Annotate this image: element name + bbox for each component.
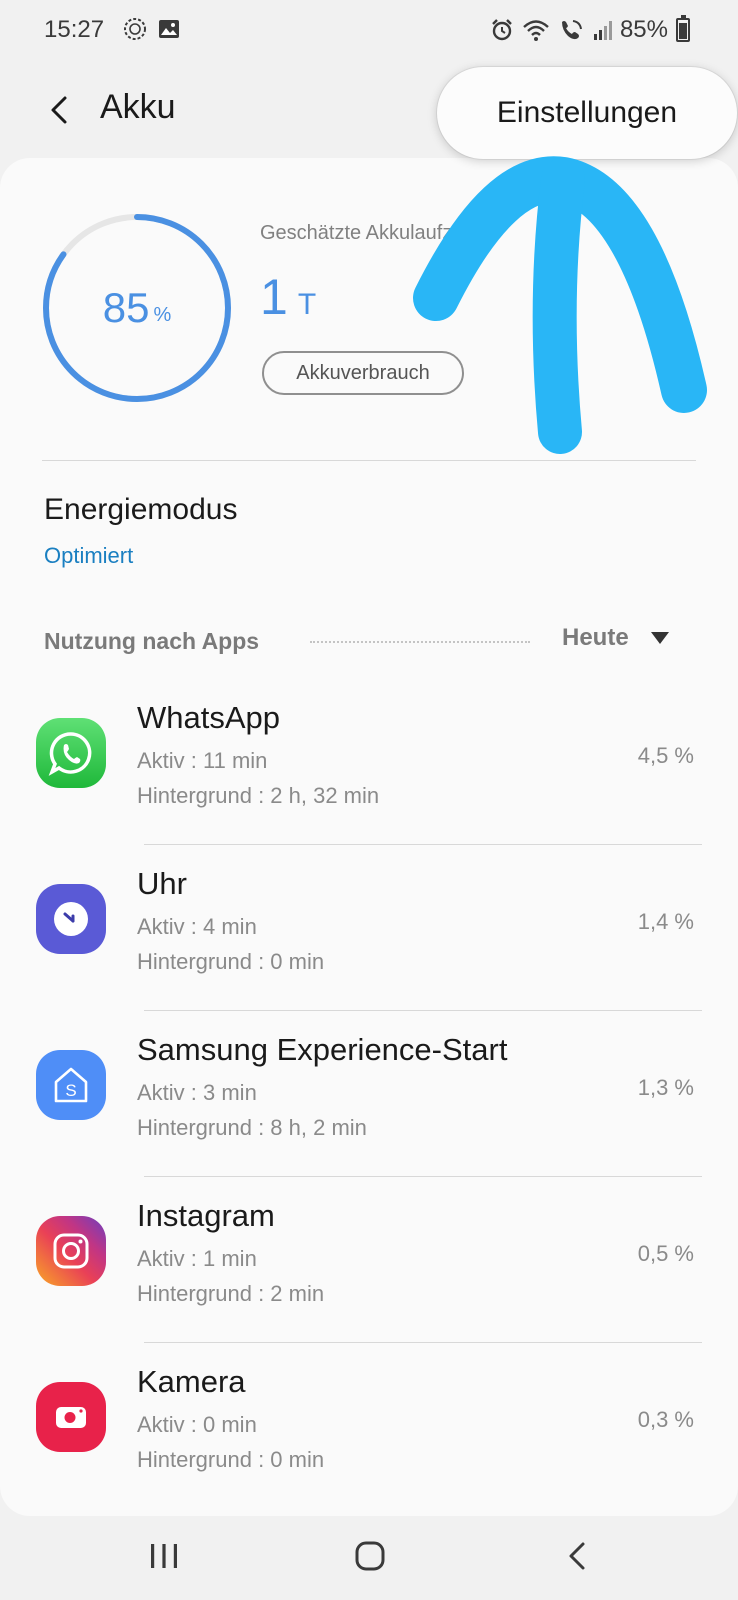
wifi-calling-icon — [561, 20, 582, 40]
app-percent: 1,4 % — [637, 909, 694, 934]
app-name: Samsung Experience-Start — [137, 1032, 508, 1067]
app-row-instagram[interactable]: Instagram Aktiv : 1 min Hintergrund : 2 … — [0, 1176, 738, 1342]
sync-icon — [124, 18, 146, 40]
app-row-uhr[interactable]: Uhr Aktiv : 4 min Hintergrund : 0 min 1,… — [0, 844, 738, 1010]
app-name: Uhr — [137, 866, 187, 901]
estimate-number: 1 — [260, 269, 288, 325]
wifi-icon — [523, 20, 549, 41]
clock-icon — [36, 884, 106, 954]
whatsapp-icon — [36, 718, 106, 788]
alarm-icon — [492, 19, 512, 41]
status-bar: 15:27 85% — [0, 0, 738, 58]
app-active-time: Aktiv : 11 min — [137, 748, 268, 773]
status-time: 15:27 — [44, 16, 105, 43]
estimate-unit: T — [297, 288, 317, 321]
navigation-bar — [0, 1516, 738, 1600]
back-icon[interactable] — [560, 1538, 596, 1574]
app-background-time: Hintergrund : 2 h, 32 min — [137, 783, 380, 808]
app-name: Instagram — [137, 1198, 275, 1233]
battery-level-text: 85 % — [40, 211, 234, 405]
status-icons: 85% — [490, 15, 690, 44]
period-label: Heute — [562, 624, 629, 651]
app-background-time: Hintergrund : 0 min — [137, 1447, 325, 1472]
settings-menu-item[interactable]: Einstellungen — [437, 67, 737, 159]
app-percent: 1,3 % — [637, 1075, 694, 1100]
app-name: WhatsApp — [137, 700, 281, 735]
signal-icon — [593, 21, 612, 40]
battery-level-number: 85 — [102, 284, 150, 331]
samsung-home-icon: S — [36, 1050, 106, 1120]
page-title: Akku — [100, 88, 176, 126]
instagram-icon — [36, 1216, 106, 1286]
app-name: Kamera — [137, 1364, 246, 1399]
dotted-separator — [310, 641, 530, 643]
app-active-time: Aktiv : 1 min — [137, 1246, 257, 1271]
caret-down-icon — [650, 632, 669, 644]
power-mode-value[interactable]: Optimiert — [44, 543, 133, 569]
app-percent: 0,3 % — [637, 1407, 694, 1432]
estimate-label: Geschätzte Akkulaufzeit — [260, 222, 474, 244]
battery-card: 85 % Geschätzte Akkulaufzeit 1 T Akkuver… — [0, 158, 738, 1516]
battery-icon — [676, 15, 690, 42]
app-percent: 4,5 % — [637, 743, 694, 768]
app-background-time: Hintergrund : 2 min — [137, 1281, 325, 1306]
app-active-time: Aktiv : 3 min — [137, 1080, 257, 1105]
app-active-time: Aktiv : 0 min — [137, 1412, 257, 1437]
recent-apps-icon[interactable] — [146, 1538, 182, 1574]
svg-text:S: S — [65, 1081, 76, 1100]
battery-level-unit: % — [153, 303, 172, 326]
back-arrow-icon[interactable] — [40, 90, 80, 130]
app-row-kamera[interactable]: Kamera Aktiv : 0 min Hintergrund : 0 min… — [0, 1342, 738, 1508]
app-background-time: Hintergrund : 0 min — [137, 949, 325, 974]
camera-icon — [36, 1382, 106, 1452]
app-percent: 0,5 % — [637, 1241, 694, 1266]
battery-percent: 85% — [619, 16, 668, 43]
battery-usage-button[interactable]: Akkuverbrauch — [262, 351, 464, 395]
home-icon[interactable] — [352, 1538, 388, 1574]
estimate-value: 1 T — [260, 268, 316, 326]
app-row-samsung-experience-start[interactable]: S Samsung Experience-Start Aktiv : 3 min… — [0, 1010, 738, 1176]
usage-section-label: Nutzung nach Apps — [44, 628, 260, 654]
app-row-whatsapp[interactable]: WhatsApp Aktiv : 11 min Hintergrund : 2 … — [0, 678, 738, 844]
period-dropdown[interactable]: Heute — [562, 624, 669, 652]
image-icon — [159, 20, 179, 38]
divider — [42, 460, 696, 461]
app-background-time: Hintergrund : 8 h, 2 min — [137, 1115, 367, 1140]
power-mode-title[interactable]: Energiemodus — [44, 493, 237, 527]
app-active-time: Aktiv : 4 min — [137, 914, 257, 939]
